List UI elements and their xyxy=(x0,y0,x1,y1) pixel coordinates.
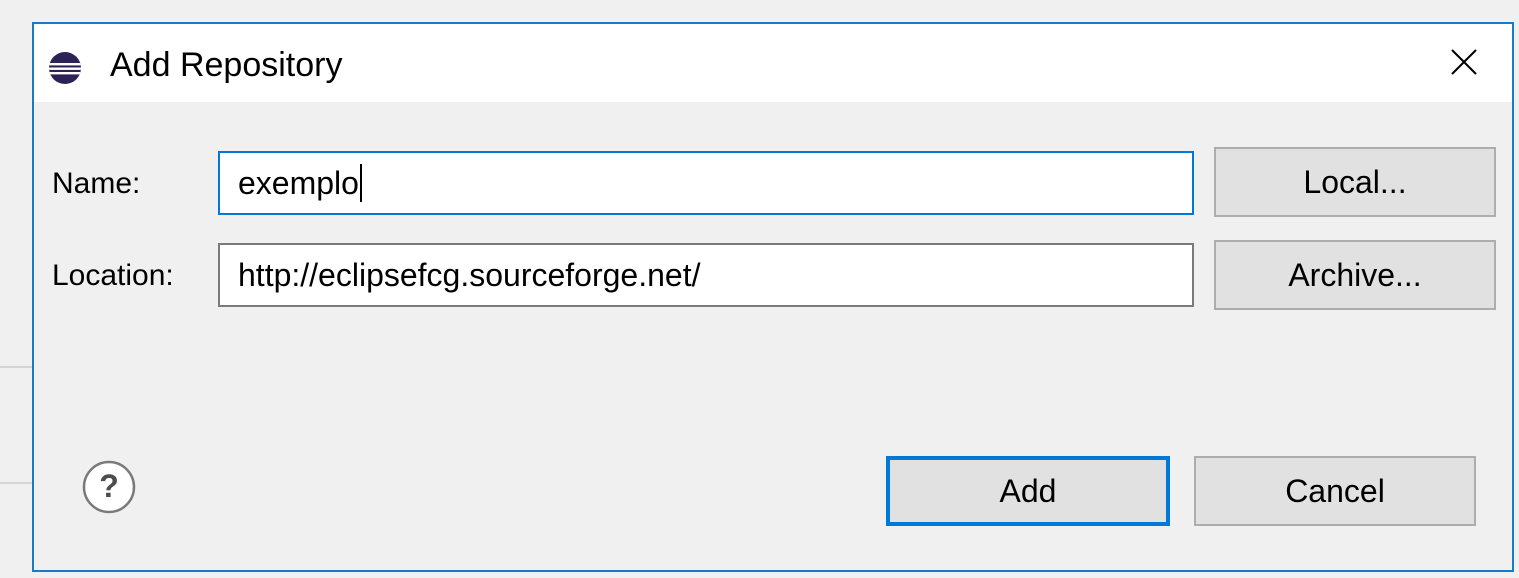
local-button[interactable]: Local... xyxy=(1214,147,1496,217)
text-caret xyxy=(359,164,362,202)
name-input-value: exemplo xyxy=(238,165,359,201)
location-input-value: http://eclipsefcg.sourceforge.net/ xyxy=(238,257,701,293)
archive-button[interactable]: Archive... xyxy=(1214,240,1496,310)
add-button[interactable]: Add xyxy=(886,456,1170,526)
eclipse-icon xyxy=(48,51,82,85)
close-icon xyxy=(1451,49,1477,75)
dialog-titlebar: Add Repository xyxy=(34,24,1512,102)
location-input[interactable]: http://eclipsefcg.sourceforge.net/ xyxy=(218,243,1194,307)
name-input[interactable]: exemplo xyxy=(218,151,1194,215)
background-divider-top xyxy=(0,366,34,368)
name-label: Name: xyxy=(52,167,141,200)
close-button[interactable] xyxy=(1416,24,1512,102)
background-divider-bottom xyxy=(0,482,34,484)
location-label: Location: xyxy=(52,259,174,292)
help-icon[interactable]: ? xyxy=(81,459,137,515)
dialog-title: Add Repository xyxy=(110,46,343,84)
svg-text:?: ? xyxy=(99,468,119,504)
add-repository-dialog: Add Repository Name: exemplo Local... Lo… xyxy=(32,22,1514,572)
cancel-button[interactable]: Cancel xyxy=(1194,456,1476,526)
